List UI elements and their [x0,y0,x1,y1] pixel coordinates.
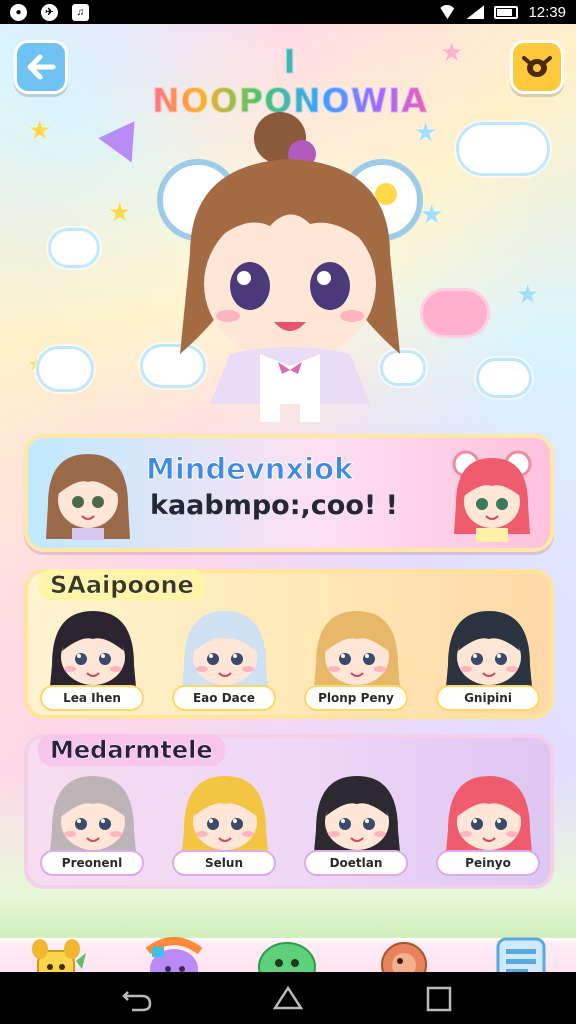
cloud-icon [456,122,550,176]
app-screen: ★ ★ ★ ★ ★ ★ ★ I NOOPONOWIA [0,24,576,972]
signal-icon [466,5,485,19]
home-nav-icon[interactable] [273,984,303,1012]
character-card[interactable]: Lea Ihen [38,601,148,721]
notification-icon: ● [10,3,27,21]
cloud-icon [476,358,532,398]
gift-icon [145,937,203,972]
battery-icon [494,5,519,19]
character-card[interactable]: Selun [170,766,280,886]
wifi-icon [438,5,457,19]
star-icon: ★ [108,198,132,228]
character-card[interactable]: Peinyo [434,766,544,886]
nav-item-gift[interactable] [138,931,208,972]
character-avatar [314,776,400,852]
character-card[interactable]: Preonenl [38,766,148,886]
dog-icon [32,939,86,972]
star-icon: ★ [28,116,52,146]
character-name-label: Selun [172,850,276,876]
back-button[interactable] [14,40,68,94]
notification-icon: ✈ [41,3,58,21]
character-card[interactable]: Doetlan [302,766,412,886]
character-card[interactable]: Gnipini [434,601,544,721]
triangle-icon [98,121,150,171]
hero-character [157,112,423,422]
character-name-label: Gnipini [436,685,540,711]
back-nav-icon[interactable] [122,984,152,1012]
character-avatar [50,611,136,687]
character-avatar [182,611,268,687]
character-avatar [446,611,532,687]
star-icon: ★ [516,280,540,310]
notification-icon: ♫ [72,3,89,21]
banner-avatar-left [46,454,130,540]
recents-nav-icon[interactable] [424,984,454,1012]
character-avatar [446,776,532,852]
character-row: Lea Ihen Eao Dace Plonp Peny Gnipini [38,601,548,721]
character-avatar [314,611,400,687]
character-name-label: Doetlan [304,850,408,876]
bottom-nav [0,937,576,972]
heart-cloud-icon [420,288,490,338]
character-name-label: Eao Dace [172,685,276,711]
nav-item-notebook[interactable] [490,931,560,972]
group-title: SAaipoone [38,569,206,601]
mask-icon [522,56,552,77]
status-time: 12:39 [528,3,566,21]
featured-banner[interactable]: Mindevnxiok kaabmpo:,coo! ! [24,434,554,552]
character-avatar [182,776,268,852]
nav-item-shell[interactable] [368,931,438,972]
character-card[interactable]: Eao Dace [170,601,280,721]
character-name-label: Peinyo [436,850,540,876]
arrow-left-icon [27,54,56,80]
banner-avatar-right [452,450,532,542]
character-card[interactable]: Plonp Peny [302,601,412,721]
system-nav-bar [0,972,576,1024]
character-row: Preonenl Selun Doetlan Peinyo [38,766,548,886]
character-name-label: Plonp Peny [304,685,408,711]
menu-button[interactable] [510,40,564,94]
cloud-icon [36,346,94,392]
star-icon: ★ [440,38,464,68]
status-indicators: 12:39 [438,4,566,21]
slime-icon [258,942,316,972]
group-title: Medarmtele [38,734,225,766]
character-avatar [50,776,136,852]
character-name-label: Lea Ihen [40,685,144,711]
cloud-icon [48,228,100,268]
status-bar: ● ✈ ♫ 12:39 [0,0,576,24]
character-group-1: SAaipoone Lea Ihen Eao Dace Plonp Peny Gnip… [24,569,554,719]
character-name-label: Preonenl [40,850,144,876]
notebook-icon [496,937,546,972]
banner-title: Mindevnxiok [145,452,354,487]
banner-subtitle: kaabmpo:,coo! ! [150,490,398,521]
nav-item-slime[interactable] [252,931,322,972]
notification-icons: ● ✈ ♫ [10,3,89,21]
character-group-2: Medarmtele Preonenl Selun Doetlan Peinyo [24,734,554,889]
shell-icon [381,942,427,972]
nav-item-dog[interactable] [22,931,92,972]
